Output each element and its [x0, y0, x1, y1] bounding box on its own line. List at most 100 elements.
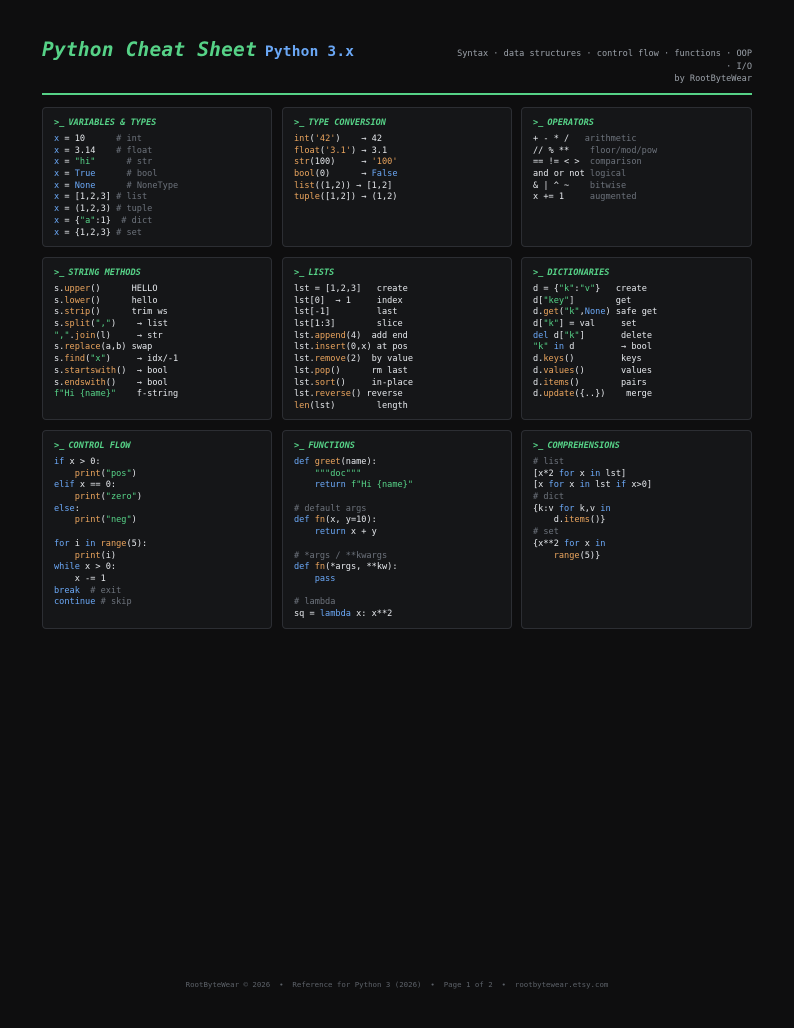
- code-token: ",": [95, 319, 111, 330]
- code-token: (0) →: [314, 169, 372, 180]
- code-line: s.replace(a,b) swap: [54, 342, 260, 354]
- code-token: =: [59, 157, 75, 168]
- code-line: list((1,2)) → [1,2]: [294, 181, 500, 193]
- code-token: k,v: [574, 503, 601, 514]
- code-token: (lst) length: [309, 400, 408, 411]
- code-line: {x**2 for x in: [533, 539, 740, 551]
- prompt-icon: >_: [294, 118, 305, 128]
- prompt-icon: >_: [533, 118, 544, 128]
- code-token: "k": [558, 284, 575, 294]
- code-line: int('42') → 42: [294, 134, 500, 146]
- code-line: x = 3.14 # float: [54, 146, 260, 158]
- code-line: [x for x in lst if x>0]: [533, 480, 740, 492]
- code-token: lst.: [294, 389, 315, 400]
- code-token: "key": [543, 295, 570, 306]
- topics-summary: Syntax · data structures · control flow …: [432, 48, 752, 86]
- code-token: # tuple: [116, 204, 153, 215]
- code-token: () rm last: [330, 365, 408, 376]
- code-token: d = {: [533, 284, 559, 294]
- code-line: + - * / arithmetic: [533, 134, 740, 146]
- code-token: lst[-1] last: [294, 307, 398, 318]
- code-line: ",".join(l) → str: [54, 331, 260, 343]
- code-line: str(100) → '100': [294, 157, 500, 169]
- code-line: print("zero"): [54, 492, 260, 504]
- card-title-text: VARIABLES & TYPES: [68, 118, 157, 128]
- code-token: d → bool: [564, 342, 653, 353]
- code-token: "k": [564, 307, 580, 318]
- code-token: # set: [116, 227, 142, 238]
- code-token: "hi": [74, 157, 96, 168]
- code-token: print: [74, 492, 101, 503]
- code-token: (4) add end: [345, 330, 408, 341]
- code-token: () in-place: [335, 377, 414, 388]
- code-token: =: [59, 180, 75, 191]
- code-token: keys: [543, 354, 565, 365]
- code-token: () → bool: [105, 377, 168, 388]
- card-title: >_ FUNCTIONS: [294, 440, 500, 453]
- code-token: items: [564, 515, 590, 526]
- code-token: startswith: [64, 365, 117, 376]
- code-line: """doc""": [294, 469, 500, 481]
- code-token: find: [64, 354, 86, 365]
- code-token: x == 0:: [74, 480, 117, 491]
- code-token: () hello: [90, 295, 158, 306]
- code-line: # *args / **kwargs: [294, 551, 500, 563]
- code-token: float: [294, 145, 320, 156]
- code-line: if x > 0:: [54, 457, 260, 469]
- code-token: range: [553, 550, 580, 561]
- code-token: augmented: [589, 192, 637, 203]
- code-token: list: [294, 180, 315, 191]
- code-line: {k:v for k,v in: [533, 504, 740, 516]
- code-token: False: [371, 169, 398, 180]
- code-token: ) → list: [110, 319, 168, 330]
- code-token: (name):: [340, 457, 377, 467]
- code-line: pass: [294, 574, 500, 586]
- page-header: Python Cheat Sheet Python 3.x Syntax · da…: [42, 36, 752, 94]
- code-token: s.: [54, 319, 65, 330]
- header-divider: [42, 93, 752, 95]
- code-line: s.lower() hello: [54, 296, 260, 308]
- code-token: split: [64, 319, 91, 330]
- code-token: d.: [533, 515, 565, 526]
- code-token: logical: [589, 169, 627, 180]
- code-line: x = {"a":1} # dict: [54, 216, 260, 228]
- page-title: Python Cheat Sheet Python 3.x: [42, 38, 354, 61]
- card-title-text: COMPREHENSIONS: [547, 441, 620, 451]
- code-token: ) safe get: [605, 307, 658, 318]
- card-title: >_ COMPREHENSIONS: [533, 440, 740, 453]
- code-token: return: [314, 480, 346, 491]
- code-line: # dict: [533, 492, 740, 504]
- code-token: "a": [79, 215, 96, 226]
- code-token: def: [294, 457, 310, 467]
- code-token: // % **: [533, 145, 590, 156]
- code-line: lst[1:3] slice: [294, 319, 500, 331]
- code-line: x = 10 # int: [54, 134, 260, 146]
- code-token: x += 1: [533, 192, 590, 203]
- code-token: ): [136, 492, 142, 503]
- card-title-text: DICTIONARIES: [547, 268, 610, 278]
- code-token: d[: [548, 330, 565, 341]
- code-token: lower: [64, 295, 91, 306]
- code-token: # set: [533, 527, 559, 538]
- code-token: f"Hi {name}": [350, 480, 414, 491]
- card-functions: >_ FUNCTIONS def greet(name): """doc""" r…: [282, 430, 512, 629]
- code-token: "v": [579, 284, 596, 294]
- code-line: lst = [1,2,3] create: [294, 284, 500, 296]
- code-line: s.upper() HELLO: [54, 284, 260, 296]
- code-token: "zero": [105, 492, 137, 503]
- code-token: d.: [533, 307, 544, 318]
- card-lists: >_ LISTS lst = [1,2,3] create lst[0] → 1 i…: [282, 257, 512, 420]
- code-block: lst = [1,2,3] create lst[0] → 1 index lst[…: [294, 284, 500, 413]
- code-line: d.get("k",None) safe get: [533, 307, 740, 319]
- prompt-icon: >_: [533, 268, 544, 278]
- code-line: return f"Hi {name}": [294, 480, 500, 492]
- code-line: d.items()}: [533, 515, 740, 527]
- code-token: for: [564, 538, 580, 549]
- code-line: return x + y: [294, 527, 500, 539]
